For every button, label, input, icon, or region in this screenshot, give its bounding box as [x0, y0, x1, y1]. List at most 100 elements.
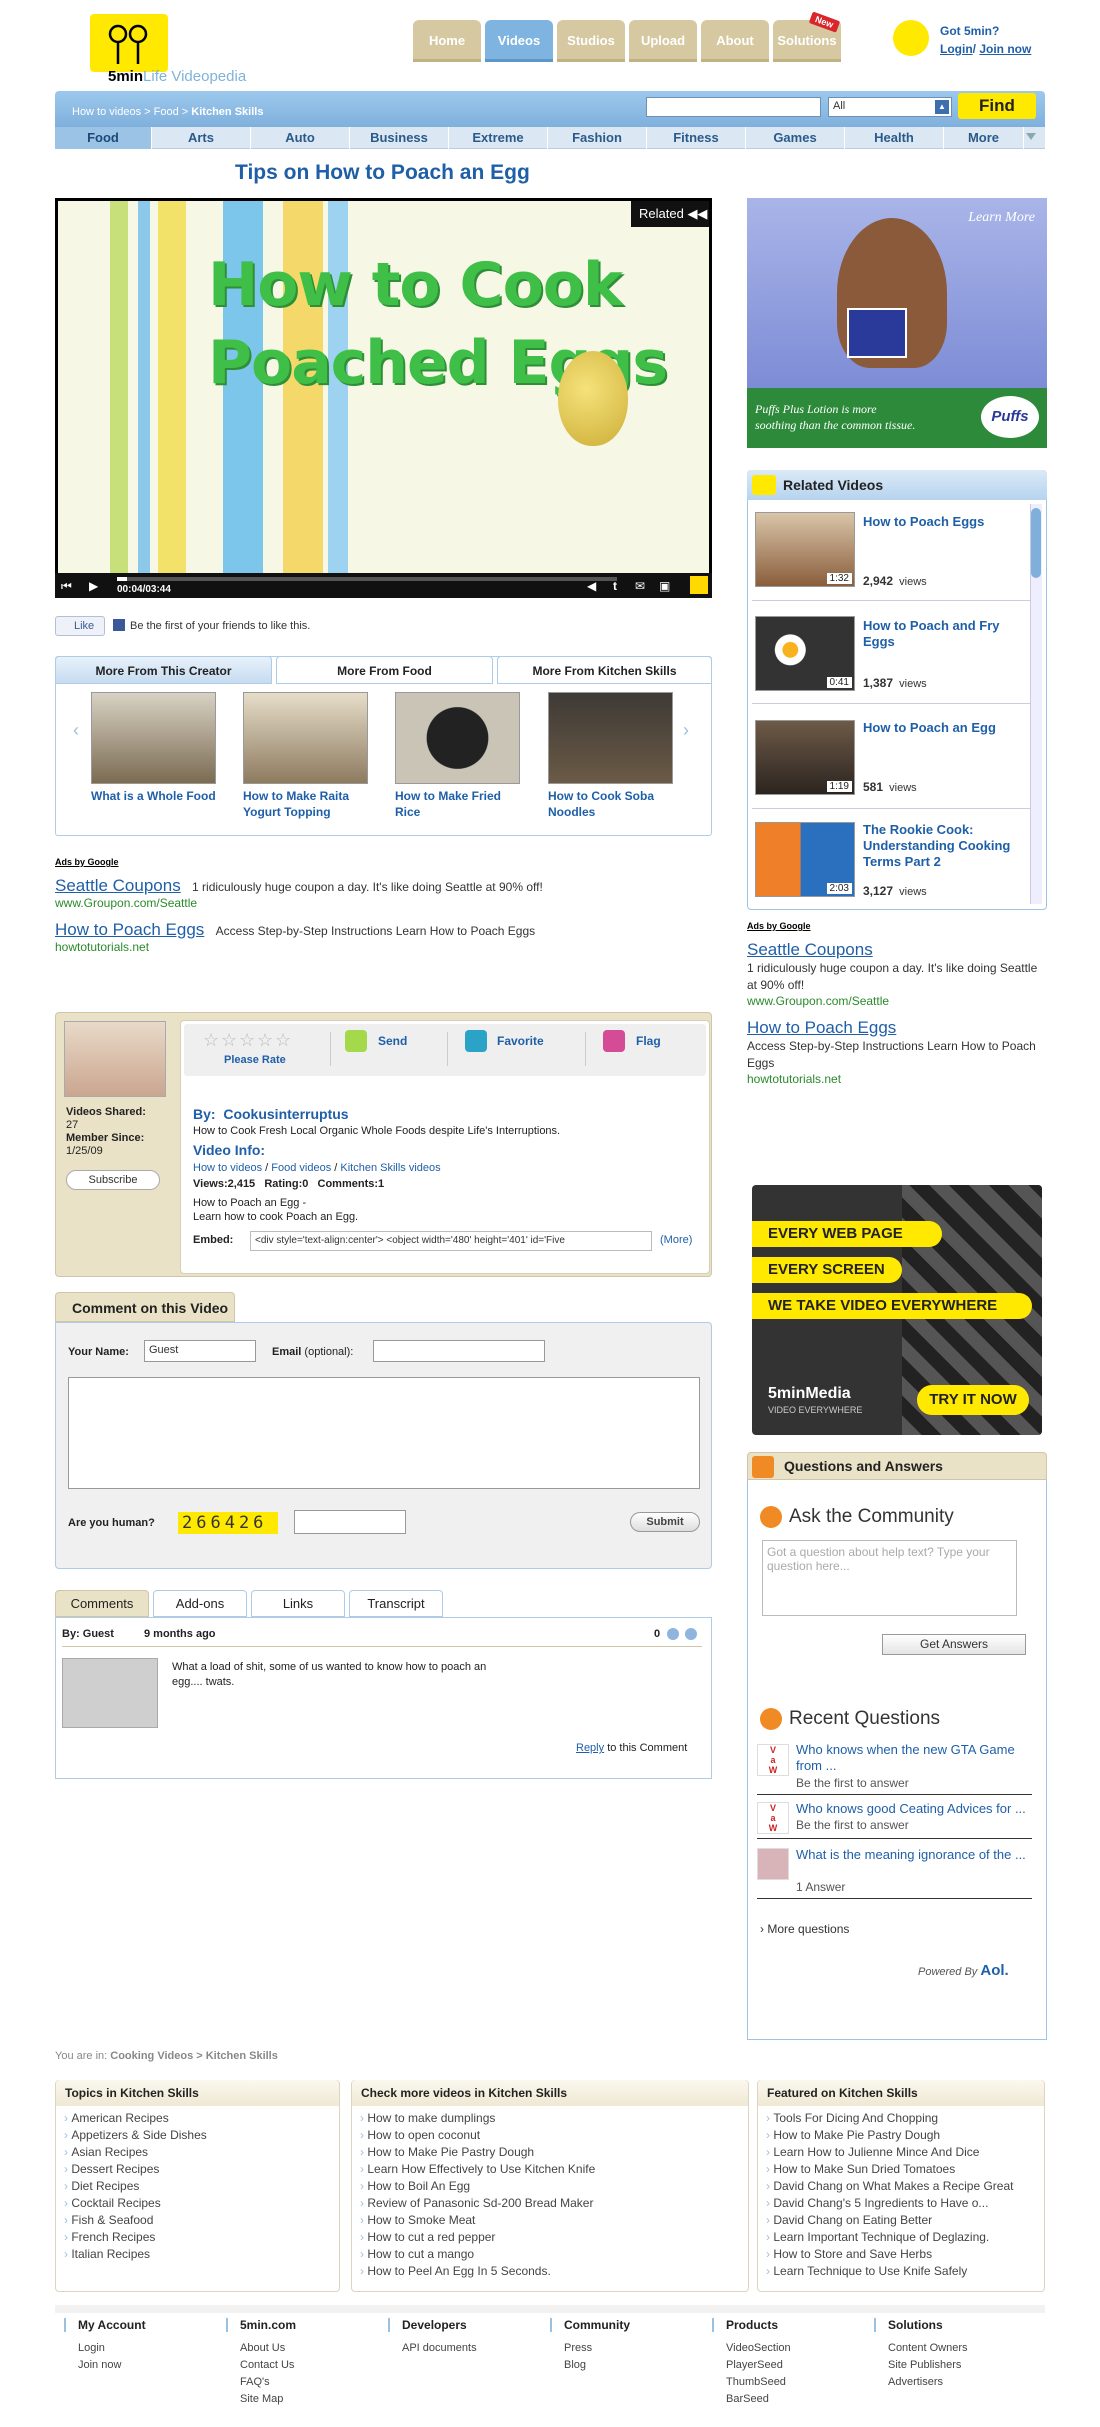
crumb-home[interactable]: How to videos	[72, 106, 141, 118]
nav-home[interactable]: Home	[413, 20, 481, 62]
vote-up-icon[interactable]	[685, 1628, 697, 1640]
featured-link[interactable]: Learn Technique to Use Knife Safely	[766, 2263, 1042, 2280]
topic-link[interactable]: Dessert Recipes	[64, 2161, 207, 2178]
video-link[interactable]: How to Make Fried Rice	[395, 788, 525, 820]
creator-name-link[interactable]: Cookusinterruptus	[223, 1106, 348, 1122]
footer-link[interactable]: Site Publishers	[864, 2357, 967, 2374]
featured-link[interactable]: Learn Important Technique of Deglazing.	[766, 2229, 1042, 2246]
tab-more-from-food[interactable]: More From Food	[276, 656, 493, 684]
try-it-now-button[interactable]: TRY IT NOW	[917, 1385, 1029, 1415]
video-link[interactable]: How to Smoke Meat	[360, 2212, 595, 2229]
rating-star-icon[interactable]: ☆	[203, 1030, 219, 1051]
related-video-link[interactable]: The Rookie Cook: Understanding Cooking T…	[863, 822, 1033, 870]
ads-by-google[interactable]: Ads by Google	[747, 921, 811, 931]
favorite-icon[interactable]	[465, 1030, 487, 1052]
tab-transcript[interactable]: Transcript	[349, 1590, 443, 1617]
flag-button[interactable]: Flag	[636, 1034, 661, 1048]
more-questions-link[interactable]: › More questions	[760, 1922, 849, 1936]
topic-link[interactable]: Appetizers & Side Dishes	[64, 2127, 206, 2144]
tab-add-ons[interactable]: Add-ons	[153, 1590, 247, 1617]
video-thumbnail[interactable]	[548, 692, 673, 784]
related-thumbnail[interactable]: 1:19	[755, 720, 855, 795]
crumb-food[interactable]: Food	[154, 106, 179, 118]
footer-link[interactable]: Advertisers	[864, 2374, 967, 2391]
related-video-link[interactable]: How to Poach and Fry Eggs	[863, 618, 1033, 650]
join-link[interactable]: Join now	[979, 42, 1031, 56]
topic-link[interactable]: Fish & Seafood	[64, 2212, 207, 2229]
ad-url[interactable]: howtotutorials.net	[747, 1072, 1047, 1086]
video-link[interactable]: How to make dumplings	[360, 2110, 595, 2127]
related-toggle[interactable]: Related ◀◀	[631, 201, 709, 227]
favorite-button[interactable]: Favorite	[497, 1034, 544, 1048]
get-answers-button[interactable]: Get Answers	[882, 1634, 1026, 1655]
footer-link[interactable]: PlayerSeed	[702, 2357, 791, 2374]
login-link[interactable]: Login	[940, 42, 973, 56]
category-food[interactable]: Food	[55, 127, 152, 149]
question-link[interactable]: What is the meaning ignorance of the ...	[796, 1847, 1036, 1863]
ad-url[interactable]: howtotutorials.net	[55, 940, 712, 954]
video-frame[interactable]: How to Cook Poached Eggs Related ◀◀	[58, 201, 709, 573]
featured-link[interactable]: How to Store and Save Herbs	[766, 2246, 1042, 2263]
category-more[interactable]: More	[944, 127, 1024, 149]
email-icon[interactable]: ✉	[635, 579, 645, 593]
footer-link[interactable]: Blog	[540, 2357, 592, 2374]
rating-star-icon[interactable]: ☆	[239, 1030, 255, 1051]
footer-link[interactable]: Join now	[54, 2357, 121, 2374]
ad-title-link[interactable]: Seattle Coupons	[747, 940, 873, 959]
footer-link[interactable]: FAQ's	[216, 2374, 294, 2391]
video-thumbnail[interactable]	[243, 692, 368, 784]
category-arts[interactable]: Arts	[152, 127, 251, 149]
send-button[interactable]: Send	[378, 1034, 407, 1048]
learn-more-link[interactable]: Learn More	[968, 210, 1035, 226]
reply-link[interactable]: Reply	[576, 1742, 604, 1754]
featured-link[interactable]: How to Make Pie Pastry Dough	[766, 2127, 1042, 2144]
footer-link[interactable]: VideoSection	[702, 2340, 791, 2357]
video-link[interactable]: What is a Whole Food	[91, 788, 221, 804]
featured-link[interactable]: David Chang on What Makes a Recipe Great	[766, 2178, 1042, 2195]
video-link[interactable]: Learn How Effectively to Use Kitchen Kni…	[360, 2161, 595, 2178]
twitter-icon[interactable]: t	[613, 579, 617, 593]
progress-bar[interactable]	[117, 577, 617, 581]
send-icon[interactable]	[345, 1030, 367, 1052]
featured-link[interactable]: Tools For Dicing And Chopping	[766, 2110, 1042, 2127]
ad-url[interactable]: www.Groupon.com/Seattle	[55, 896, 712, 910]
name-input[interactable]: Guest	[144, 1340, 256, 1362]
comment-form-tab[interactable]: Comment on this Video	[55, 1292, 235, 1322]
related-video-link[interactable]: How to Poach an Egg	[863, 720, 1033, 736]
video-link[interactable]: How to Cook Soba Noodles	[548, 788, 678, 820]
video-link[interactable]: How to Boil An Egg	[360, 2178, 595, 2195]
featured-link[interactable]: David Chang's 5 Ingredients to Have o...	[766, 2195, 1042, 2212]
flag-icon[interactable]	[603, 1030, 625, 1052]
featured-link[interactable]: David Chang on Eating Better	[766, 2212, 1042, 2229]
embed-more-link[interactable]: (More)	[660, 1234, 692, 1246]
footer-link[interactable]: Content Owners	[864, 2340, 967, 2357]
video-link[interactable]: How to cut a red pepper	[360, 2229, 595, 2246]
category-health[interactable]: Health	[845, 127, 944, 149]
rating-star-icon[interactable]: ☆	[221, 1030, 237, 1051]
creator-avatar[interactable]	[64, 1021, 166, 1097]
nav-videos[interactable]: Videos	[485, 20, 553, 62]
featured-link[interactable]: Learn How to Julienne Mince And Dice	[766, 2144, 1042, 2161]
footer-crumb-trail[interactable]: Cooking Videos > Kitchen Skills	[110, 2050, 278, 2062]
ad-title-link[interactable]: How to Poach Eggs	[747, 1018, 896, 1037]
tab-more-from-kitchen-skills[interactable]: More From Kitchen Skills	[497, 656, 712, 684]
topic-link[interactable]: French Recipes	[64, 2229, 207, 2246]
category-games[interactable]: Games	[746, 127, 845, 149]
nav-upload[interactable]: Upload	[629, 20, 697, 62]
category-fitness[interactable]: Fitness	[647, 127, 746, 149]
related-video-link[interactable]: How to Poach Eggs	[863, 514, 1033, 530]
fullscreen-icon[interactable]	[690, 576, 708, 594]
related-thumbnail[interactable]: 0:41	[755, 616, 855, 691]
nav-about[interactable]: About	[701, 20, 769, 62]
footer-link[interactable]: About Us	[216, 2340, 294, 2357]
rating-star-icon[interactable]: ☆	[257, 1030, 273, 1051]
video-link[interactable]: How to Make Raita Yogurt Topping	[243, 788, 373, 820]
video-link[interactable]: How to open coconut	[360, 2127, 595, 2144]
comment-textarea[interactable]	[68, 1377, 700, 1489]
footer-link[interactable]: BarSeed	[702, 2391, 791, 2408]
video-link[interactable]: Review of Panasonic Sd-200 Bread Maker	[360, 2195, 595, 2212]
find-button[interactable]: Find	[958, 93, 1036, 119]
embed-code-input[interactable]: <div style='text-align:center'> <object …	[250, 1231, 652, 1251]
tab-more-from-creator[interactable]: More From This Creator	[55, 656, 272, 684]
nav-studios[interactable]: Studios	[557, 20, 625, 62]
